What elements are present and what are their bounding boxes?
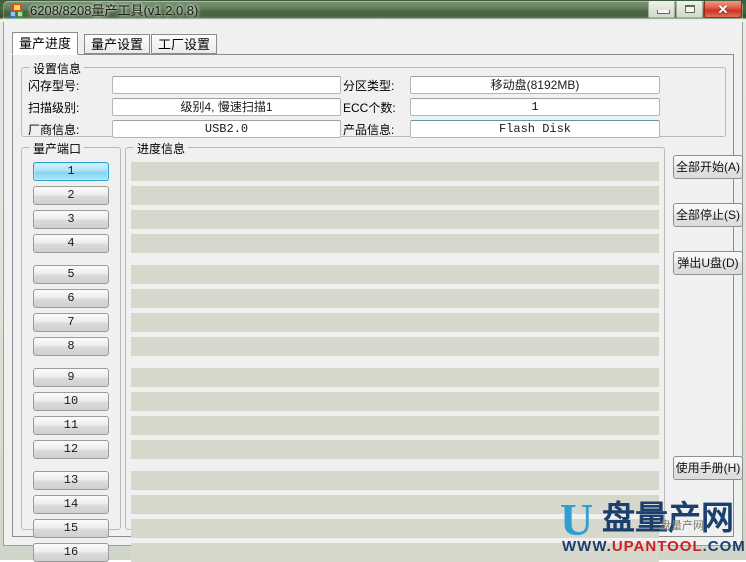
port-button-11[interactable]: 11 <box>33 416 109 435</box>
scan-level-label: 扫描级别: <box>28 101 80 115</box>
progress-row-7 <box>131 313 659 332</box>
port-button-label: 9 <box>67 370 75 384</box>
tab-factory-settings[interactable]: 工厂设置 <box>151 34 218 54</box>
tab-label: 量产设置 <box>91 37 144 52</box>
port-button-label: 14 <box>63 497 79 511</box>
port-button-label: 10 <box>63 394 79 408</box>
progress-row-9 <box>131 368 659 387</box>
vendor-info-field[interactable]: USB2.0 <box>112 120 341 138</box>
port-button-label: 13 <box>63 473 79 487</box>
vendor-info-label: 厂商信息: <box>28 123 80 137</box>
port-button-label: 1 <box>67 164 75 178</box>
progress-row-6 <box>131 289 659 308</box>
stop-all-label: 全部停止(S) <box>676 208 740 222</box>
client-area: 量产进度 量产设置 工厂设置 设置信息 闪存型号: 扫描级别: 级别4, 慢速扫… <box>3 22 743 562</box>
partition-type-field[interactable]: 移动盘(8192MB) <box>410 76 660 94</box>
stop-all-button[interactable]: 全部停止(S) <box>673 203 743 227</box>
port-button-9[interactable]: 9 <box>33 368 109 387</box>
port-button-label: 5 <box>67 267 75 281</box>
flash-model-field[interactable] <box>112 76 341 94</box>
progress-row-1 <box>131 162 659 181</box>
start-all-label: 全部开始(A) <box>676 160 740 174</box>
port-button-label: 16 <box>63 545 79 559</box>
progress-row-3 <box>131 210 659 229</box>
progress-row-13 <box>131 471 659 490</box>
port-button-16[interactable]: 16 <box>33 543 109 562</box>
window-title: 6208/8208量产工具(v1.2.0.8) <box>30 3 199 18</box>
progress-group-label: 进度信息 <box>134 140 189 157</box>
user-manual-button[interactable]: 使用手册(H) <box>673 456 743 480</box>
progress-row-4 <box>131 234 659 253</box>
flash-model-label: 闪存型号: <box>28 79 80 93</box>
ports-group: 量产端口 1 2 3 4 5 6 7 8 9 10 11 12 13 14 15 16 <box>21 140 121 562</box>
application-window: 6208/8208量产工具(v1.2.0.8) ✕ 量产进度 量产设置 工厂设置… <box>0 0 746 562</box>
scan-level-field[interactable]: 级别4, 慢速扫描1 <box>112 98 341 116</box>
port-button-label: 4 <box>67 236 75 250</box>
title-bar: 6208/8208量产工具(v1.2.0.8) ✕ <box>0 0 746 22</box>
progress-row-8 <box>131 337 659 356</box>
settings-group: 设置信息 闪存型号: 扫描级别: 级别4, 慢速扫描1 厂商信息: USB2.0… <box>21 60 726 138</box>
app-icon <box>10 4 23 17</box>
port-button-10[interactable]: 10 <box>33 392 109 411</box>
progress-row-10 <box>131 392 659 411</box>
eject-usb-button[interactable]: 弹出U盘(D) <box>673 251 743 275</box>
tab-page-production-progress: 设置信息 闪存型号: 扫描级别: 级别4, 慢速扫描1 厂商信息: USB2.0… <box>12 54 743 562</box>
user-manual-label: 使用手册(H) <box>675 461 741 475</box>
tab-production-settings[interactable]: 量产设置 <box>84 34 151 54</box>
port-button-label: 15 <box>63 521 79 535</box>
tab-strip: 量产进度 量产设置 工厂设置 <box>12 32 734 55</box>
ecc-count-label: ECC个数: <box>343 101 396 115</box>
minimize-button[interactable] <box>648 1 675 18</box>
port-button-label: 3 <box>67 212 75 226</box>
port-button-5[interactable]: 5 <box>33 265 109 284</box>
progress-group: 进度信息 <box>125 140 665 562</box>
port-button-8[interactable]: 8 <box>33 337 109 356</box>
settings-group-label: 设置信息 <box>30 60 85 77</box>
port-button-12[interactable]: 12 <box>33 440 109 459</box>
port-button-15[interactable]: 15 <box>33 519 109 538</box>
eject-usb-label: 弹出U盘(D) <box>677 256 739 270</box>
maximize-button[interactable] <box>676 1 703 18</box>
port-button-7[interactable]: 7 <box>33 313 109 332</box>
tab-production-progress[interactable]: 量产进度 <box>12 32 79 55</box>
start-all-button[interactable]: 全部开始(A) <box>673 155 743 179</box>
progress-row-5 <box>131 265 659 284</box>
port-button-label: 2 <box>67 188 75 202</box>
progress-row-16 <box>131 543 659 562</box>
product-info-label: 产品信息: <box>343 123 395 137</box>
tab-label: 工厂设置 <box>158 37 211 52</box>
ports-group-label: 量产端口 <box>30 140 85 157</box>
progress-row-2 <box>131 186 659 205</box>
port-button-6[interactable]: 6 <box>33 289 109 308</box>
tab-label: 量产进度 <box>19 36 72 51</box>
progress-row-12 <box>131 440 659 459</box>
progress-row-11 <box>131 416 659 435</box>
ecc-count-field[interactable]: 1 <box>410 98 660 116</box>
close-icon: ✕ <box>717 2 729 17</box>
port-button-label: 8 <box>67 339 75 353</box>
port-button-4[interactable]: 4 <box>33 234 109 253</box>
port-button-label: 6 <box>67 291 75 305</box>
port-button-label: 12 <box>63 442 79 456</box>
port-button-label: 11 <box>63 418 79 432</box>
port-button-14[interactable]: 14 <box>33 495 109 514</box>
progress-row-15 <box>131 519 659 538</box>
port-button-3[interactable]: 3 <box>33 210 109 229</box>
port-button-label: 7 <box>67 315 75 329</box>
partition-type-label: 分区类型: <box>343 79 395 93</box>
product-info-field[interactable]: Flash Disk <box>410 120 660 138</box>
port-button-13[interactable]: 13 <box>33 471 109 490</box>
close-button[interactable]: ✕ <box>704 1 742 18</box>
progress-row-14 <box>131 495 659 514</box>
port-button-1[interactable]: 1 <box>33 162 109 181</box>
port-button-2[interactable]: 2 <box>33 186 109 205</box>
